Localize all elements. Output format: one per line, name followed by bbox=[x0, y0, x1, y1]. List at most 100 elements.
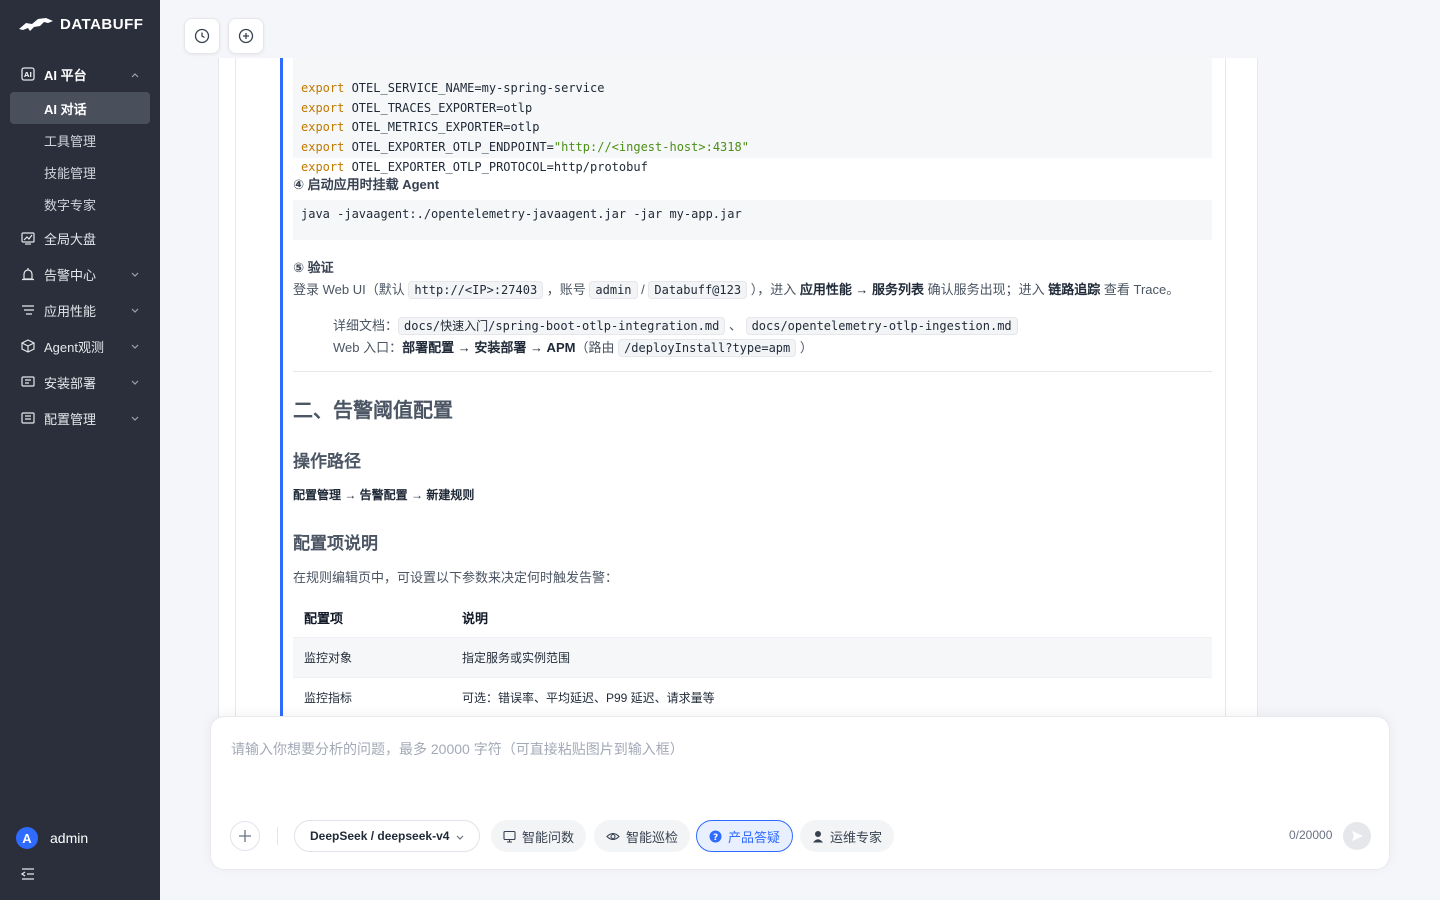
inline-code-doc: docs/opentelemetry-otlp-ingestion.md bbox=[745, 317, 1018, 335]
java-code-block: java -javaagent:./opentelemetry-javaagen… bbox=[293, 200, 1212, 240]
chevron-down-icon bbox=[130, 376, 140, 391]
mode-product-qa[interactable]: ? 产品答疑 bbox=[696, 820, 794, 852]
code-line: export OTEL_SERVICE_NAME=my-spring-servi… bbox=[301, 79, 1212, 99]
chat-composer: 请输入你想要分析的问题，最多 20000 字符（可直接粘贴图片到输入框） Dee… bbox=[210, 716, 1390, 870]
inline-code-route: /deployInstall?type=apm bbox=[618, 339, 797, 357]
clock-icon bbox=[194, 28, 210, 44]
nav-label: 配置管理 bbox=[44, 411, 97, 427]
svg-text:AI: AI bbox=[24, 71, 32, 79]
mode-label: 运维专家 bbox=[830, 829, 883, 845]
new-chat-button[interactable] bbox=[228, 18, 264, 54]
nav-global-dashboard[interactable]: 全局大盘 bbox=[0, 220, 160, 256]
mode-smart-inspect[interactable]: 智能巡检 bbox=[594, 820, 691, 852]
nav-config-management[interactable]: 配置管理 bbox=[0, 400, 160, 436]
mode-label: 智能问数 bbox=[522, 829, 575, 845]
text: 确认服务出现；进入 bbox=[924, 282, 1049, 297]
nav-label: 全局大盘 bbox=[44, 231, 97, 247]
config-description: 在规则编辑页中，可设置以下参数来决定何时触发告警： bbox=[293, 570, 619, 585]
eye-icon bbox=[606, 832, 620, 840]
panther-logo-icon bbox=[19, 18, 53, 31]
table-header-cell: 说明 bbox=[462, 611, 489, 626]
nav-label: 告警中心 bbox=[44, 267, 97, 283]
table-cell: 指定服务或实例范围 bbox=[462, 651, 571, 665]
avatar: A bbox=[16, 827, 38, 849]
code-text: OTEL_EXPORTER_OTLP_PROTOCOL=http/protobu… bbox=[344, 159, 648, 174]
step4-title: ④ 启动应用时挂载 Agent bbox=[293, 177, 440, 192]
user-name: admin bbox=[50, 830, 89, 846]
chart-icon bbox=[503, 830, 516, 843]
chevron-down-icon bbox=[130, 304, 140, 319]
nav-label: 安装部署 bbox=[44, 375, 97, 391]
nav-skill-management[interactable]: 技能管理 bbox=[10, 156, 150, 188]
code-keyword: export bbox=[301, 80, 345, 95]
code-text: OTEL_EXPORTER_OTLP_ENDPOINT= bbox=[344, 140, 554, 155]
code-keyword: export bbox=[301, 159, 345, 174]
main-nav: AI AI 平台 AI 对话 工具管理 技能管理 数字专家 全局大盘 告警中心 … bbox=[0, 56, 160, 436]
attach-button[interactable] bbox=[230, 821, 260, 851]
mode-ops-expert[interactable]: 运维专家 bbox=[800, 820, 895, 852]
text: Web 入口： bbox=[333, 340, 403, 355]
nav-label: AI 平台 bbox=[44, 67, 87, 83]
nav-app-performance[interactable]: 应用性能 bbox=[0, 292, 160, 328]
table-header-cell: 配置项 bbox=[304, 611, 344, 626]
code-line: export OTEL_TRACES_EXPORTER=otlp bbox=[301, 99, 1212, 119]
chevron-up-icon bbox=[130, 68, 140, 83]
code-line: export OTEL_METRICS_EXPORTER=otlp bbox=[301, 118, 1212, 138]
mode-smart-query[interactable]: 智能问数 bbox=[491, 820, 587, 852]
step5-title: ⑤ 验证 bbox=[293, 260, 334, 275]
text: 查看 Trace。 bbox=[1100, 282, 1180, 297]
history-button[interactable] bbox=[184, 18, 220, 54]
nav-tool-management[interactable]: 工具管理 bbox=[10, 124, 150, 156]
nav-ai-platform[interactable]: AI AI 平台 bbox=[0, 56, 160, 92]
mode-label: 智能巡检 bbox=[626, 829, 679, 845]
code-keyword: export bbox=[301, 140, 345, 155]
chevron-down-icon bbox=[455, 832, 465, 846]
nav-alert-center[interactable]: 告警中心 bbox=[0, 256, 160, 292]
bold-text: 链路追踪 bbox=[1048, 282, 1101, 297]
nav-install-deploy[interactable]: 安装部署 bbox=[0, 364, 160, 400]
text: 登录 Web UI（默认 bbox=[293, 282, 409, 297]
text: / bbox=[637, 282, 649, 297]
brand-name: DATABUFF bbox=[60, 15, 144, 33]
inline-code-user: admin bbox=[589, 281, 638, 299]
nav-digital-expert[interactable]: 数字专家 bbox=[10, 188, 150, 220]
inline-code-password: Databuff@123 bbox=[648, 281, 748, 299]
question-icon: ? bbox=[709, 830, 722, 843]
web-entry-paragraph: Web 入口：部署配置 → 安装部署 → APM（路由 /deployInsta… bbox=[333, 337, 813, 357]
toolbar-divider bbox=[277, 827, 278, 845]
user-icon bbox=[813, 830, 823, 842]
table-row: 监控指标 可选：错误率、平均延迟、P99 延迟、请求量等 bbox=[293, 678, 1212, 718]
brand-logo[interactable]: DATABUFF bbox=[18, 12, 143, 36]
plus-icon bbox=[239, 830, 251, 842]
divider bbox=[293, 371, 1212, 372]
chevron-down-icon bbox=[130, 412, 140, 427]
send-button[interactable] bbox=[1343, 822, 1371, 850]
char-counter: 0/20000 bbox=[1289, 828, 1333, 842]
verify-paragraph: 登录 Web UI（默认 http://<IP>:27403 ，账号 admin… bbox=[293, 279, 1180, 299]
code-keyword: export bbox=[301, 120, 345, 135]
code-line: export OTEL_EXPORTER_OTLP_ENDPOINT="http… bbox=[301, 138, 1212, 158]
table-cell: 可选：错误率、平均延迟、P99 延迟、请求量等 bbox=[462, 691, 715, 705]
nav-agent-observe[interactable]: Agent观测 bbox=[0, 328, 160, 364]
nav-label: Agent观测 bbox=[44, 339, 104, 355]
text: ，账号 bbox=[543, 282, 590, 297]
model-label: DeepSeek / deepseek-v4 bbox=[310, 829, 450, 843]
code-string: "http://<ingest-host>:4318" bbox=[553, 140, 749, 155]
settings-panel-icon bbox=[20, 410, 36, 426]
svg-text:?: ? bbox=[713, 833, 718, 843]
code-keyword: export bbox=[301, 100, 345, 115]
plus-circle-icon bbox=[238, 28, 254, 44]
bold-text: 应用性能 → 服务列表 bbox=[799, 282, 925, 297]
nav-label: 应用性能 bbox=[44, 303, 97, 319]
collapse-sidebar-icon[interactable] bbox=[20, 866, 36, 887]
message-input[interactable]: 请输入你想要分析的问题，最多 20000 字符（可直接粘贴图片到输入框） bbox=[231, 739, 684, 759]
code-text: OTEL_METRICS_EXPORTER=otlp bbox=[344, 120, 540, 135]
nav-ai-chat[interactable]: AI 对话 bbox=[10, 92, 150, 124]
user-profile[interactable]: A admin bbox=[16, 827, 88, 849]
table-cell: 监控指标 bbox=[304, 691, 353, 705]
model-selector[interactable]: DeepSeek / deepseek-v4 bbox=[294, 820, 481, 852]
send-icon bbox=[1352, 831, 1363, 841]
table-row: 监控对象 指定服务或实例范围 bbox=[293, 638, 1212, 678]
text: 、 bbox=[725, 318, 746, 333]
dashboard-icon bbox=[20, 230, 36, 246]
